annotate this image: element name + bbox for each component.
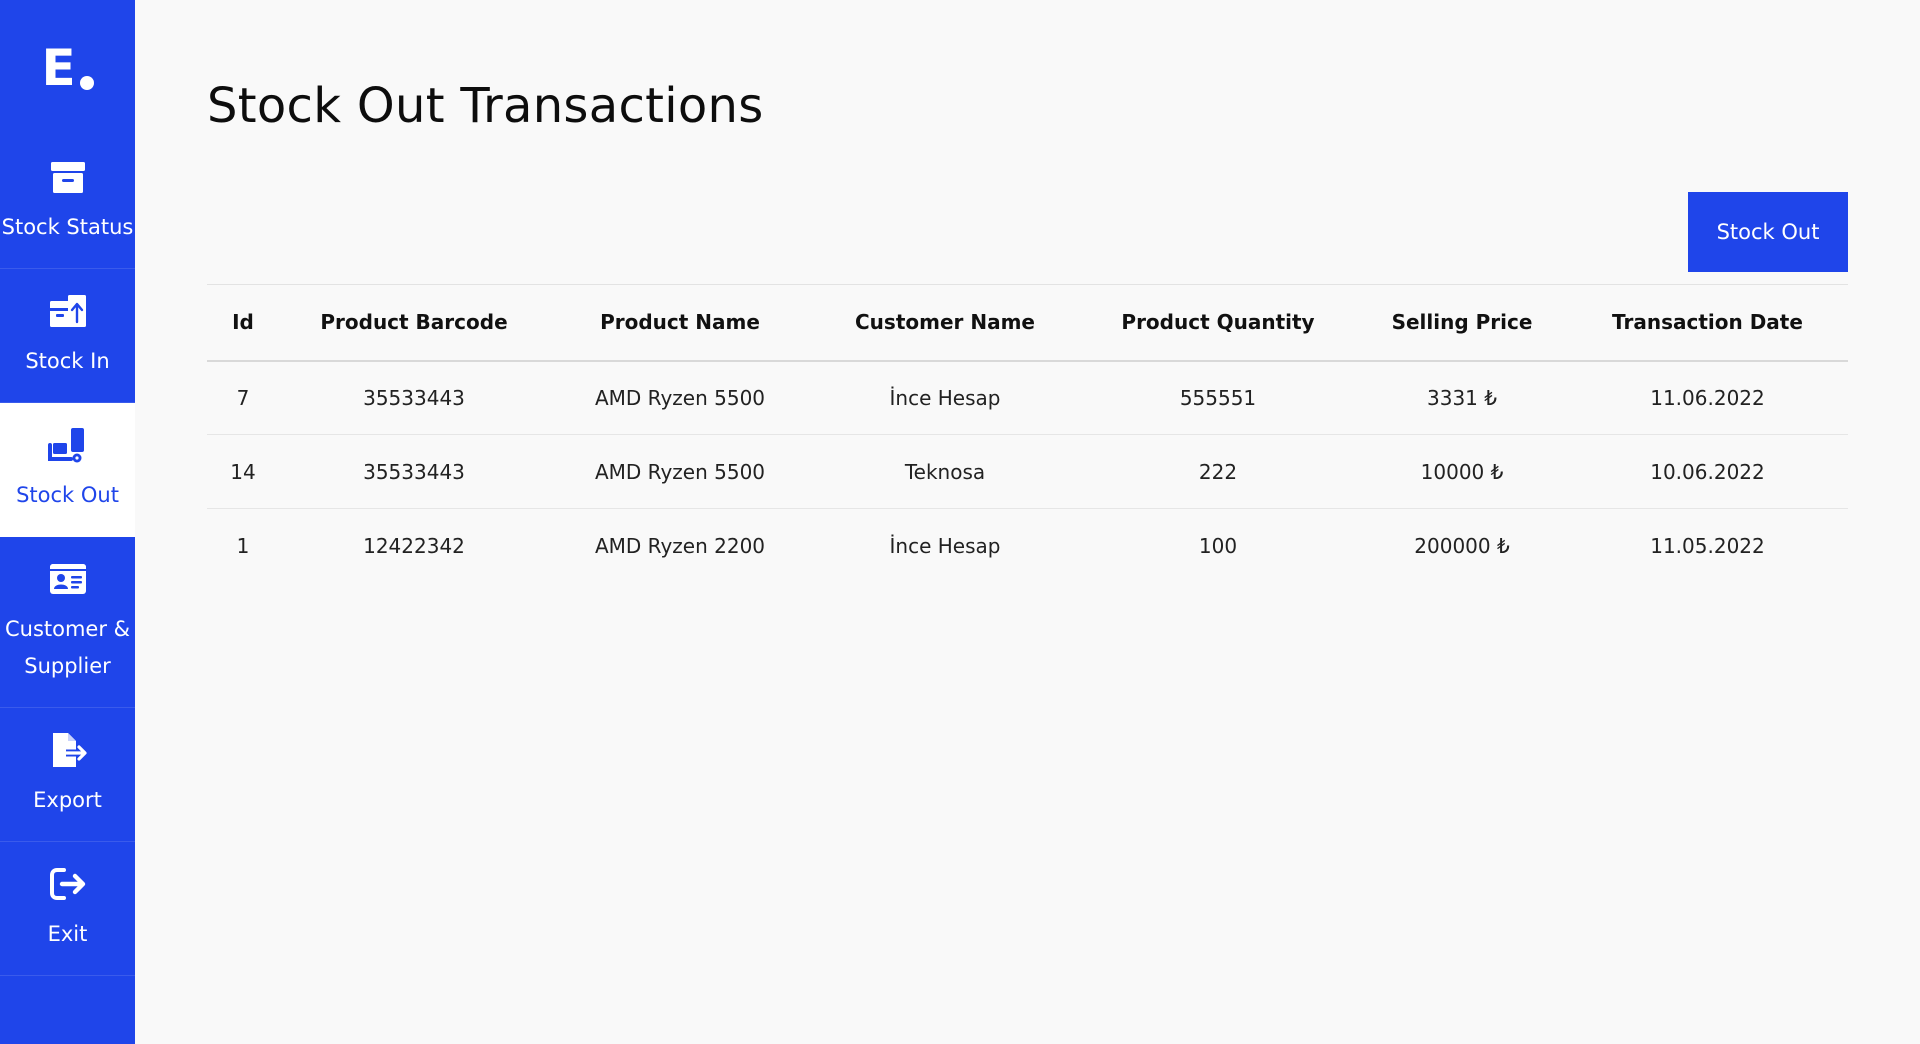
dolly-icon: [47, 428, 84, 463]
column-header-id[interactable]: Id: [207, 285, 279, 361]
cell-product-quantity: 555551: [1179, 385, 1257, 410]
logo-mark: E: [42, 43, 94, 93]
sidebar-item-stock-in[interactable]: Stock In: [0, 269, 135, 403]
column-header-selling-price[interactable]: Selling Price: [1357, 285, 1567, 361]
file-export-icon: [52, 733, 88, 767]
sidebar-item-export[interactable]: Export: [0, 708, 135, 842]
table-body: 7 35533443 AMD Ryzen 5500 İnce Hesap 555…: [207, 361, 1848, 583]
cell-selling-price: 200000 ₺: [1414, 533, 1510, 558]
archive-icon: [50, 162, 85, 193]
table-row[interactable]: 1 12422342 AMD Ryzen 2200 İnce Hesap 100…: [207, 509, 1848, 583]
table-row[interactable]: 7 35533443 AMD Ryzen 5500 İnce Hesap 555…: [207, 361, 1848, 435]
cell-customer-name: İnce Hesap: [889, 385, 1001, 410]
stock-out-button[interactable]: Stock Out: [1688, 192, 1848, 272]
column-header-product-name[interactable]: Product Name: [549, 285, 811, 361]
cell-customer-name: Teknosa: [904, 459, 986, 484]
cell-selling-price: 3331 ₺: [1427, 385, 1497, 410]
cell-transaction-date: 11.06.2022: [1650, 385, 1765, 410]
cell-id: 14: [230, 459, 256, 484]
sidebar-item-label: Stock Status: [1, 215, 134, 239]
sidebar-item-label: Stock Out: [16, 483, 119, 507]
main-content: Stock Out Transactions Stock Out Id Prod…: [207, 0, 1848, 1044]
logo-dot: [79, 75, 94, 90]
cell-id: 7: [236, 385, 250, 410]
app-logo[interactable]: E: [0, 0, 135, 135]
id-card-icon: [49, 564, 86, 594]
column-header-product-quantity[interactable]: Product Quantity: [1079, 285, 1357, 361]
sidebar-item-label: Customer & Supplier: [4, 617, 131, 678]
cell-product-barcode: 12422342: [363, 533, 465, 558]
cell-product-quantity: 100: [1198, 533, 1238, 558]
sidebar-item-label: Stock In: [25, 349, 110, 373]
cell-id: 1: [236, 533, 250, 558]
sidebar-item-stock-out[interactable]: Stock Out: [0, 403, 135, 537]
transactions-table: Id Product Barcode Product Name Customer…: [207, 284, 1848, 583]
sign-out-icon: [49, 868, 85, 900]
app-window: E Stock Status Stock In Stock Out Custom…: [0, 0, 1920, 1044]
cell-customer-name: İnce Hesap: [889, 533, 1001, 558]
sidebar: E Stock Status Stock In Stock Out Custom…: [0, 0, 135, 1044]
page-title: Stock Out Transactions: [207, 78, 764, 134]
column-header-transaction-date[interactable]: Transaction Date: [1567, 285, 1848, 361]
cell-transaction-date: 10.06.2022: [1650, 459, 1765, 484]
column-header-customer-name[interactable]: Customer Name: [811, 285, 1079, 361]
cell-product-barcode: 35533443: [363, 459, 465, 484]
cell-product-name: AMD Ryzen 2200: [594, 533, 766, 558]
table-header: Id Product Barcode Product Name Customer…: [207, 284, 1848, 361]
sidebar-item-label: Exit: [47, 922, 88, 946]
table-row[interactable]: 14 35533443 AMD Ryzen 5500 Teknosa 222 1…: [207, 435, 1848, 509]
cell-product-quantity: 222: [1198, 459, 1238, 484]
cell-product-name: AMD Ryzen 5500: [594, 385, 766, 410]
sidebar-item-label: Export: [33, 788, 102, 812]
sidebar-nav: Stock Status Stock In Stock Out Customer…: [0, 135, 135, 976]
box-arrow-up-icon: [49, 295, 86, 327]
sidebar-item-customer-supplier[interactable]: Customer & Supplier: [0, 537, 135, 708]
cell-selling-price: 10000 ₺: [1420, 459, 1504, 484]
cell-product-barcode: 35533443: [363, 385, 465, 410]
cell-product-name: AMD Ryzen 5500: [594, 459, 766, 484]
column-header-product-barcode[interactable]: Product Barcode: [279, 285, 549, 361]
sidebar-item-exit[interactable]: Exit: [0, 842, 135, 976]
cell-transaction-date: 11.05.2022: [1650, 533, 1765, 558]
table-header-row: Id Product Barcode Product Name Customer…: [207, 284, 1848, 361]
sidebar-item-stock-status[interactable]: Stock Status: [0, 135, 135, 269]
